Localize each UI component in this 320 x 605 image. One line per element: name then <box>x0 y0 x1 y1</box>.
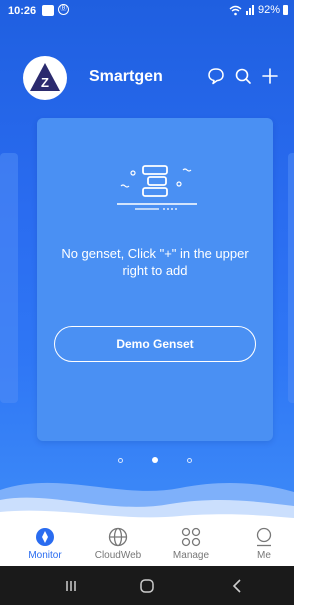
app-screen: 10:26 Ⓑ 92% Z Smartgen No genset, Click … <box>0 0 294 605</box>
recents-button[interactable] <box>61 576 81 596</box>
nav-item-manage[interactable]: Manage <box>161 526 221 561</box>
add-icon[interactable] <box>260 66 280 86</box>
notification-badge-icon: Ⓑ <box>58 4 69 15</box>
nav-item-me[interactable]: Me <box>234 526 294 561</box>
user-icon <box>256 527 272 547</box>
empty-state-message: No genset, Click "+" in the upper right … <box>61 246 249 278</box>
home-button[interactable] <box>137 576 157 596</box>
battery-percent: 92% <box>257 4 280 16</box>
previous-card-peek[interactable] <box>0 153 18 403</box>
wifi-icon <box>229 5 242 15</box>
grid-icon <box>181 527 201 547</box>
chat-icon[interactable] <box>206 66 226 86</box>
battery-icon <box>283 5 288 15</box>
empty-genset-illustration <box>117 165 197 210</box>
status-bar: 10:26 Ⓑ 92% <box>0 0 294 22</box>
app-logo: Z <box>23 56 67 100</box>
bottom-navigation: Monitor CloudWeb Manage Me <box>0 520 294 566</box>
logo-letter: Z <box>41 75 49 90</box>
genset-card: No genset, Click "+" in the upper right … <box>37 118 273 441</box>
logo-icon: Z <box>30 63 60 91</box>
search-icon[interactable] <box>233 66 253 86</box>
globe-icon <box>108 527 128 547</box>
signal-icon <box>245 5 254 15</box>
nav-item-cloudweb[interactable]: CloudWeb <box>88 526 148 561</box>
next-card-peek[interactable] <box>288 153 294 403</box>
nav-label: CloudWeb <box>94 550 142 561</box>
status-indicators: 92% <box>229 4 288 16</box>
nav-label: Monitor <box>28 550 62 561</box>
status-time: 10:26 <box>8 5 37 17</box>
nav-item-monitor[interactable]: Monitor <box>15 526 75 561</box>
gallery-notification-icon <box>42 5 54 16</box>
back-button[interactable] <box>228 576 248 596</box>
app-title: Smartgen <box>89 68 163 85</box>
system-navigation-bar <box>0 566 294 605</box>
nav-label: Manage <box>172 550 210 561</box>
monitor-icon <box>36 528 54 546</box>
nav-label: Me <box>257 550 271 561</box>
demo-genset-button[interactable]: Demo Genset <box>54 326 256 362</box>
